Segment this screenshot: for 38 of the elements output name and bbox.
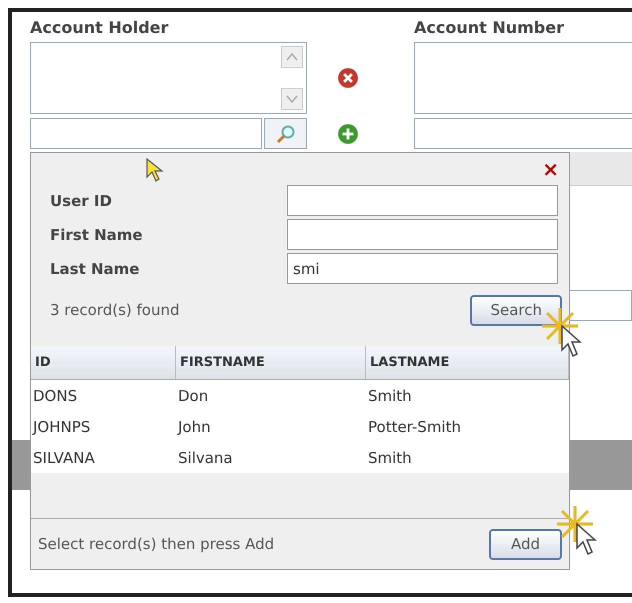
column-header[interactable]: ID (31, 346, 176, 379)
field-label: Account Holder (30, 18, 170, 38)
text-area[interactable] (414, 42, 632, 114)
hint-text: Select record(s) then press Add (38, 535, 274, 553)
add-icon[interactable] (337, 122, 359, 144)
table-cell-text: DONS (32, 386, 78, 404)
input-field[interactable] (414, 118, 632, 149)
scroll-down-icon[interactable] (281, 88, 303, 110)
table-row[interactable]: SILVANA Silvana Smith (31, 442, 569, 473)
field-label: User ID (50, 192, 113, 210)
add-button[interactable]: Add (488, 528, 562, 560)
table-cell-text: John (176, 418, 212, 436)
field-label: First Name (50, 226, 144, 244)
table-cell-text: Don (177, 386, 210, 404)
remove-icon[interactable] (337, 67, 359, 89)
table-cell-text: Potter-Smith (367, 418, 462, 436)
search-icon (274, 122, 296, 144)
input-field[interactable] (287, 219, 558, 250)
table-cell-text: Smith (367, 448, 413, 466)
search-button[interactable] (264, 118, 307, 149)
table-row[interactable]: JOHNPS John Potter-Smith (31, 411, 569, 442)
table-cell-text: JOHNPS (31, 418, 92, 436)
text-area[interactable] (30, 42, 307, 114)
table-cell-text: Smith (367, 386, 413, 404)
table-row[interactable]: DONS Don Smith (31, 380, 569, 411)
table-cell-text: Silvana (177, 448, 234, 466)
input-field[interactable]: smi (287, 253, 558, 284)
field-label: Account Number (414, 18, 565, 38)
input-field[interactable] (287, 185, 558, 216)
cursor-icon (145, 157, 165, 183)
status-text: 3 record(s) found (50, 301, 180, 319)
field-label: Last Name (50, 260, 140, 278)
close-button[interactable]: × (542, 159, 559, 179)
search-button[interactable]: Search (470, 294, 562, 326)
scroll-up-icon[interactable] (281, 46, 303, 68)
column-header[interactable]: FIRSTNAME (176, 346, 366, 379)
input-field[interactable] (30, 118, 262, 149)
table-cell-text: SILVANA (32, 448, 96, 466)
